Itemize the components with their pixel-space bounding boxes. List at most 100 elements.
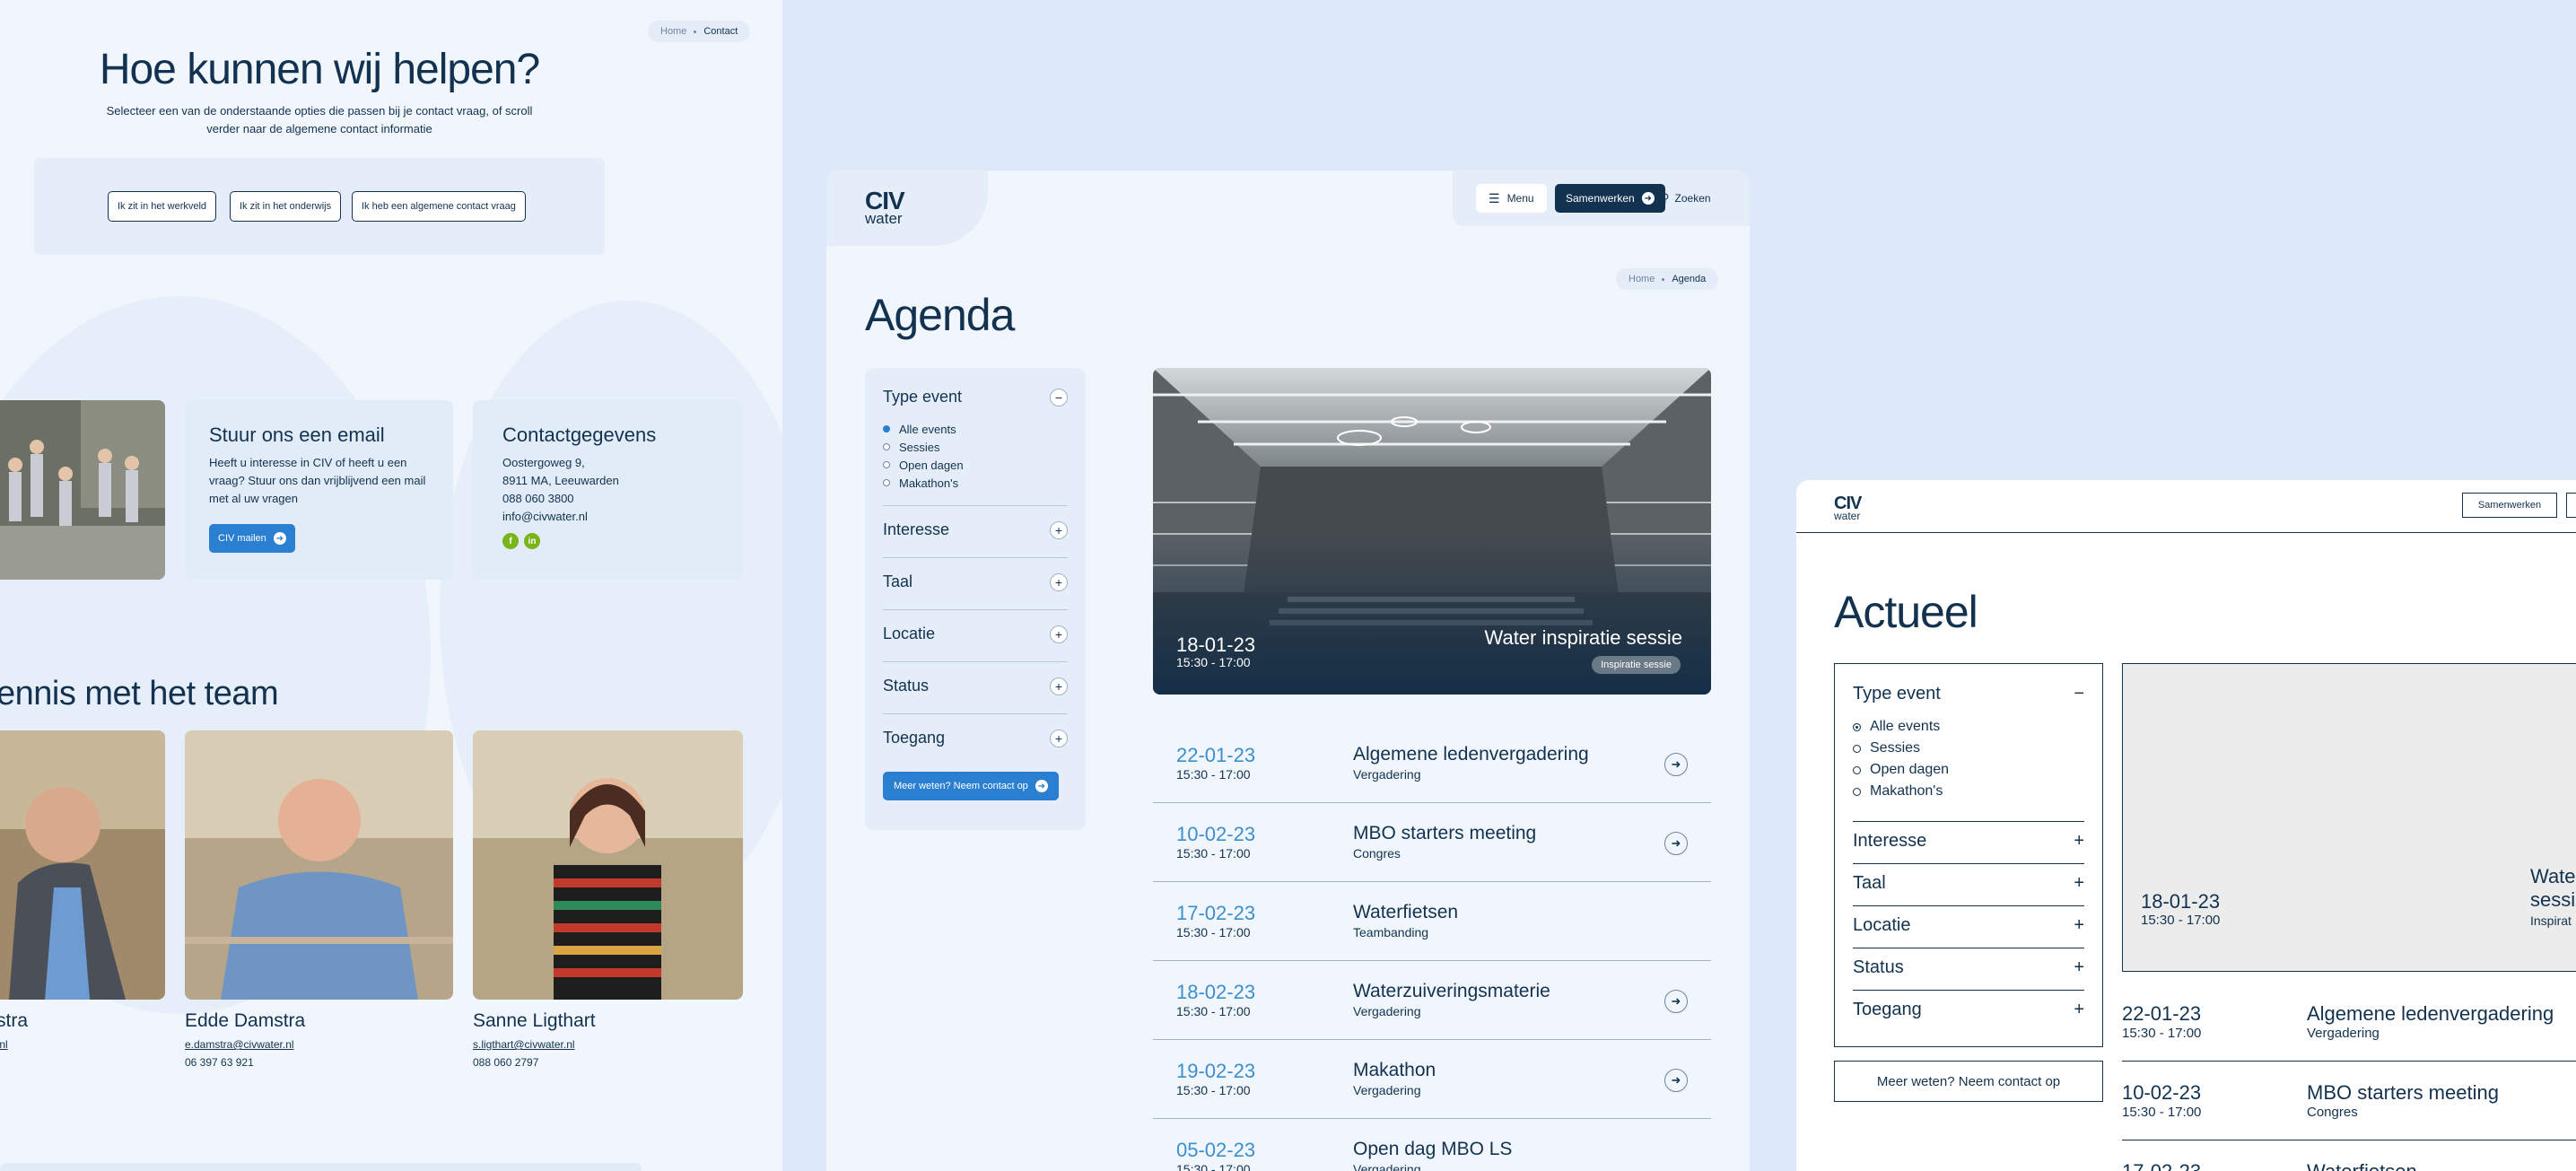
team-member-email[interactable]: .nl xyxy=(0,1038,8,1051)
filter-toegang[interactable]: Toegang + xyxy=(883,729,1068,747)
plus-icon[interactable]: + xyxy=(2074,873,2084,894)
event-row[interactable]: 17-02-23 15:30 - 17:00 Waterfietsen Team… xyxy=(1153,882,1711,961)
breadcrumb-home[interactable]: Home xyxy=(1629,274,1655,284)
filter-toegang[interactable]: Toegang + xyxy=(1853,1000,2084,1020)
contact-button[interactable]: Meer weten? Neem contact op xyxy=(1834,1061,2103,1102)
event-row[interactable]: 22-01-23 15:30 - 17:00 Algemene ledenver… xyxy=(2122,983,2576,1062)
radio-open-dagen[interactable]: Open dagen xyxy=(883,456,964,474)
arrow-right-icon[interactable]: ➜ xyxy=(1664,1069,1688,1092)
radio-icon xyxy=(883,443,890,450)
team-member-email[interactable]: e.damstra@civwater.nl xyxy=(185,1038,294,1051)
samenwerken-button[interactable]: Samenwerken xyxy=(2462,493,2557,518)
team-member-phone: 088 060 2797 xyxy=(473,1056,539,1069)
plus-icon[interactable]: + xyxy=(1050,572,1068,591)
event-row[interactable]: 22-01-23 15:30 - 17:00 Algemene ledenver… xyxy=(1153,724,1711,803)
plus-icon[interactable]: + xyxy=(2074,831,2084,852)
arrow-right-icon: ➜ xyxy=(1035,780,1048,792)
plus-icon[interactable]: + xyxy=(1050,625,1068,643)
filter-type-header[interactable]: Type event − xyxy=(883,388,1068,406)
radio-makathons[interactable]: Makathon's xyxy=(1853,781,1949,802)
event-row[interactable]: 05-02-23 15:30 - 17:00 Open dag MBO LS V… xyxy=(1153,1119,1711,1171)
page-subtitle-line: verder naar de algemene contact informat… xyxy=(206,122,432,135)
breadcrumb-home[interactable]: Home xyxy=(660,26,686,37)
event-row[interactable]: 10-02-23 15:30 - 17:00 MBO starters meet… xyxy=(2122,1062,2576,1140)
filter-taal[interactable]: Taal + xyxy=(883,572,1068,591)
event-date: 17-02-23 xyxy=(1176,902,1256,924)
radio-icon xyxy=(1853,744,1861,753)
linkedin-icon[interactable]: in xyxy=(524,533,540,549)
divider xyxy=(1853,863,2084,864)
type-radio-group: Alle events Sessies Open dagen Makathon'… xyxy=(883,420,964,492)
radio-sessies[interactable]: Sessies xyxy=(1853,738,1949,759)
phone-number[interactable]: 088 060 3800 xyxy=(502,492,574,505)
event-title: Makathon xyxy=(1353,1060,1436,1080)
breadcrumb: Home Contact xyxy=(648,21,751,42)
option-werkveld-button[interactable]: Ik zit in het werkveld xyxy=(108,191,217,222)
event-row[interactable]: 19-02-23 15:30 - 17:00 Makathon Vergader… xyxy=(1153,1040,1711,1119)
filter-type-header[interactable]: Type event − xyxy=(1853,684,2084,704)
radio-open-dagen[interactable]: Open dagen xyxy=(1853,759,1949,781)
team-member-photo xyxy=(0,730,165,1000)
plus-icon[interactable]: + xyxy=(1050,677,1068,695)
radio-label: Open dagen xyxy=(899,458,964,472)
option-onderwijs-button[interactable]: Ik zit in het onderwijs xyxy=(230,191,342,222)
radio-sessies[interactable]: Sessies xyxy=(883,438,964,456)
samenwerken-button[interactable]: Samenwerken ➜ xyxy=(1555,184,1665,213)
arrow-right-icon[interactable]: ➜ xyxy=(1664,832,1688,855)
filter-interesse[interactable]: Interesse + xyxy=(1853,831,2084,852)
divider xyxy=(1853,905,2084,906)
plus-icon[interactable]: + xyxy=(1050,729,1068,747)
contact-card-title: Contactgegevens xyxy=(502,424,657,446)
event-row[interactable]: 10-02-23 15:30 - 17:00 MBO starters meet… xyxy=(1153,803,1711,882)
event-time: 15:30 - 17:00 xyxy=(1176,1162,1251,1171)
team-member-name: Sanne Ligthart xyxy=(473,1010,596,1031)
featured-event-title-line: Wate xyxy=(2530,865,2576,887)
filter-status[interactable]: Status + xyxy=(1853,957,2084,978)
event-title: Open dag MBO LS xyxy=(1353,1139,1513,1159)
filter-sidebar: Type event − Alle events Sessies Open da… xyxy=(1834,663,2103,1047)
facebook-icon[interactable]: f xyxy=(502,533,519,549)
event-row[interactable]: 17-02-23 Waterfietsen xyxy=(2122,1140,2576,1171)
arrow-right-icon[interactable]: ➜ xyxy=(1664,753,1688,776)
email-card-text-line: Heeft u interesse in CIV of heeft u een xyxy=(209,456,407,469)
civ-water-logo[interactable]: CIV water xyxy=(1834,494,1862,521)
filter-locatie[interactable]: Locatie + xyxy=(1853,915,2084,936)
team-member-name: Edde Damstra xyxy=(185,1010,306,1031)
radio-alle-events[interactable]: Alle events xyxy=(883,420,964,438)
filter-locatie[interactable]: Locatie + xyxy=(883,625,1068,643)
divider xyxy=(1853,821,2084,822)
civ-water-logo[interactable]: CIV water xyxy=(865,188,905,227)
minus-icon[interactable]: − xyxy=(2074,684,2084,704)
plus-icon[interactable]: + xyxy=(1050,520,1068,539)
radio-makathons[interactable]: Makathon's xyxy=(883,474,964,492)
option-algemeen-button[interactable]: Ik heb een algemene contact vraag xyxy=(352,191,526,222)
plus-icon[interactable]: + xyxy=(2074,957,2084,978)
filter-interesse[interactable]: Interesse + xyxy=(883,520,1068,539)
event-category: Congres xyxy=(2307,1105,2358,1120)
event-row[interactable]: 18-02-23 15:30 - 17:00 Waterzuiveringsma… xyxy=(1153,961,1711,1040)
arrow-right-icon[interactable]: ➜ xyxy=(1664,990,1688,1013)
event-title: Algemene ledenvergadering xyxy=(2307,1002,2554,1025)
arrow-right-icon: ➜ xyxy=(273,532,286,545)
featured-event-card[interactable]: 18-01-23 15:30 - 17:00 Water inspiratie … xyxy=(1153,368,1711,695)
menu-button[interactable] xyxy=(2566,493,2576,518)
radio-alle-events[interactable]: Alle events xyxy=(1853,716,1949,738)
filter-label: Interesse xyxy=(883,520,950,538)
email-address[interactable]: info@civwater.nl xyxy=(502,510,588,523)
search-button[interactable]: ⚲ Zoeken xyxy=(1661,191,1711,205)
page-title: Agenda xyxy=(865,290,1015,340)
menu-button[interactable]: ☰ Menu xyxy=(1476,184,1547,213)
radio-selected-icon xyxy=(883,425,890,433)
featured-event-card[interactable]: 18-01-23 15:30 - 17:00 Wate sessi Inspir… xyxy=(2122,663,2576,972)
event-time: 15:30 - 17:00 xyxy=(1176,1004,1251,1018)
minus-icon[interactable]: − xyxy=(1050,388,1068,406)
civ-mailen-button[interactable]: CIV mailen ➜ xyxy=(209,524,295,553)
filter-status[interactable]: Status + xyxy=(883,677,1068,695)
team-member-phone: 06 397 63 921 xyxy=(185,1056,254,1069)
plus-icon[interactable]: + xyxy=(2074,1000,2084,1020)
plus-icon[interactable]: + xyxy=(2074,915,2084,936)
team-member-email[interactable]: s.ligthart@civwater.nl xyxy=(473,1038,575,1051)
filter-taal[interactable]: Taal + xyxy=(1853,873,2084,894)
contact-button[interactable]: Meer weten? Neem contact op ➜ xyxy=(883,772,1059,800)
team-group-photo xyxy=(0,400,165,580)
